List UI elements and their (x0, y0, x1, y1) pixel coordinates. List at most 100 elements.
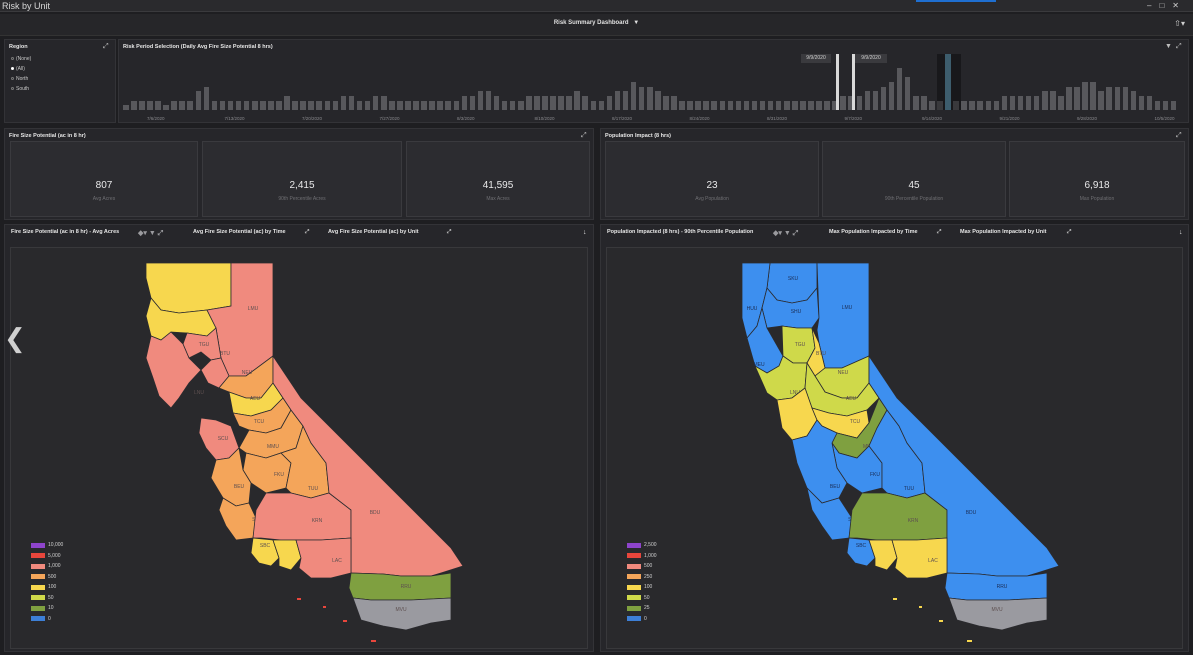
expand-icon[interactable]: ⤢ (447, 229, 451, 236)
expand-icon[interactable]: ⤢ (581, 132, 588, 139)
period-bar[interactable] (929, 100, 935, 110)
period-bar[interactable] (792, 100, 798, 110)
tab-pop-90th[interactable]: Population Impacted (8 hrs) - 90th Perce… (607, 229, 753, 235)
period-bar[interactable] (808, 100, 814, 110)
period-bar[interactable] (437, 100, 443, 110)
period-bar[interactable] (646, 86, 653, 110)
drill-down-icon[interactable]: ↓ (583, 229, 587, 236)
period-bar[interactable] (880, 86, 887, 110)
period-bar[interactable] (485, 91, 492, 110)
period-bar[interactable] (501, 100, 508, 110)
period-bar[interactable] (389, 100, 395, 110)
period-bar[interactable] (211, 100, 218, 110)
period-bar[interactable] (719, 100, 726, 110)
period-bar[interactable] (655, 91, 661, 110)
layers-icon[interactable]: ◆▾ ▼ ⤢ (773, 229, 798, 238)
unit-region[interactable] (948, 597, 1048, 631)
period-bar[interactable] (517, 100, 524, 110)
period-bar[interactable] (824, 100, 830, 110)
period-bar[interactable] (695, 100, 701, 110)
period-bar[interactable] (300, 100, 306, 110)
period-bar[interactable] (131, 100, 137, 110)
period-bar[interactable] (405, 100, 411, 110)
export-icon[interactable]: ⇧▾ (1174, 19, 1185, 28)
region-option-2[interactable]: North (7, 74, 31, 84)
period-bar[interactable] (179, 100, 185, 110)
expand-icon[interactable]: ⤢ (937, 229, 941, 236)
unit-region[interactable] (891, 537, 948, 579)
period-bar[interactable] (775, 100, 782, 110)
period-bar[interactable] (921, 96, 927, 110)
period-bar[interactable] (767, 100, 774, 110)
period-bar[interactable] (1122, 86, 1129, 110)
period-bar[interactable] (735, 100, 742, 110)
period-bar[interactable] (671, 96, 677, 110)
tab-pop-by-unit[interactable]: Max Population Impacted by Unit (960, 229, 1046, 235)
period-bar[interactable] (816, 100, 822, 110)
expand-icon[interactable]: ⤢ (1176, 132, 1183, 139)
period-bar[interactable] (856, 96, 863, 110)
period-bar[interactable] (888, 82, 895, 110)
period-bar[interactable] (187, 100, 194, 110)
unit-region[interactable] (252, 492, 352, 541)
period-bar[interactable] (630, 82, 637, 110)
period-bar[interactable] (582, 96, 589, 110)
period-bar[interactable] (993, 100, 1000, 110)
period-bar[interactable] (372, 96, 379, 110)
period-bar[interactable] (453, 100, 460, 110)
period-bar[interactable] (1074, 86, 1080, 110)
period-bar[interactable] (1009, 96, 1016, 110)
period-bar[interactable] (1146, 96, 1153, 110)
period-bar[interactable] (1058, 96, 1064, 110)
period-bar[interactable] (1001, 96, 1008, 110)
period-bar[interactable] (1154, 100, 1161, 110)
period-bar[interactable] (413, 100, 419, 110)
period-bar[interactable] (759, 100, 766, 110)
radio-icon[interactable] (11, 57, 14, 60)
region-option-1[interactable]: (All) (7, 64, 31, 74)
period-bar[interactable] (550, 96, 556, 110)
period-bar[interactable] (840, 96, 846, 110)
period-bar[interactable] (308, 100, 314, 110)
period-bar[interactable] (147, 100, 153, 110)
period-bar[interactable] (542, 96, 548, 110)
period-bar[interactable] (461, 96, 468, 110)
tab-fire-avg-acres[interactable]: Fire Size Potential (ac in 8 hr) - Avg A… (11, 229, 119, 235)
radio-icon[interactable] (11, 77, 14, 80)
period-bar[interactable] (155, 100, 161, 110)
period-bar[interactable] (195, 91, 202, 110)
period-bar[interactable] (590, 100, 597, 110)
period-bar[interactable] (324, 100, 331, 110)
period-bar[interactable] (292, 100, 298, 110)
drill-down-icon[interactable]: ↓ (1179, 229, 1183, 236)
period-bar[interactable] (977, 100, 984, 110)
period-bar[interactable] (598, 100, 605, 110)
period-bar[interactable] (397, 100, 403, 110)
period-bar[interactable] (1090, 82, 1096, 110)
expand-icon[interactable]: ⤢ (103, 43, 110, 50)
tab-pop-by-time[interactable]: Max Population Impacted by Time (829, 229, 918, 235)
period-bar[interactable] (711, 100, 717, 110)
period-bar[interactable] (243, 100, 250, 110)
tab-fire-by-unit[interactable]: Avg Fire Size Potential (ac) by Unit (328, 229, 419, 235)
fire-map[interactable]: LMUTGUBTUNEULNUAEUSCUTCUMMUFKUTUUBEUSLUK… (10, 247, 588, 649)
period-bar[interactable] (574, 91, 580, 110)
period-bar[interactable] (235, 100, 242, 110)
unit-region[interactable] (848, 492, 948, 541)
period-bar[interactable] (1017, 96, 1024, 110)
period-bar[interactable] (534, 96, 540, 110)
period-bar[interactable] (751, 100, 758, 110)
period-bar[interactable] (663, 96, 669, 110)
period-bar[interactable] (614, 91, 621, 110)
period-bar[interactable] (969, 100, 975, 110)
pop-map[interactable]: SKUHUUSHULMUTGUBTUMEUNEULNUAEUSCUTCUMMUF… (606, 247, 1183, 649)
period-bar[interactable] (679, 100, 685, 110)
period-bar[interactable] (727, 100, 734, 110)
period-bar-chart[interactable] (119, 40, 1190, 124)
period-bar[interactable] (872, 91, 879, 110)
period-bar[interactable] (526, 96, 532, 110)
period-bar[interactable] (219, 100, 226, 110)
period-bar[interactable] (251, 100, 258, 110)
period-bar[interactable] (703, 100, 709, 110)
period-bar[interactable] (316, 100, 322, 110)
